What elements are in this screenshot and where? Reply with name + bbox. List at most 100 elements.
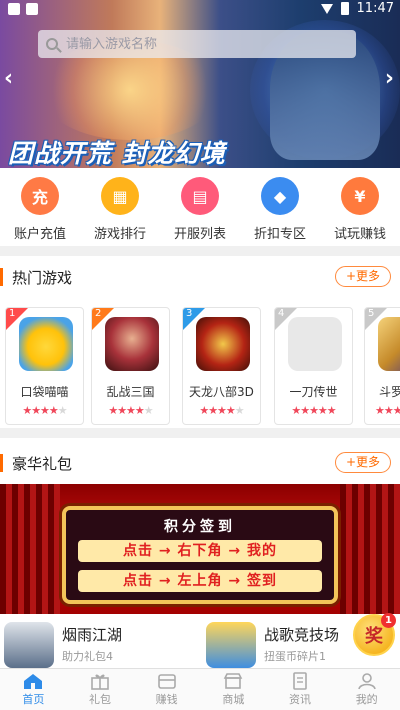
- quick-item-ranking[interactable]: ▦ 游戏排行: [80, 168, 160, 246]
- gift-icon: [91, 674, 109, 690]
- rank-number: 3: [186, 308, 193, 319]
- banner-caption: 团战开荒 封龙幻境: [8, 139, 226, 168]
- game-rating: ★★★★: [375, 404, 400, 417]
- recharge-icon: 充: [21, 177, 59, 215]
- sign-in-step-2: 点击 → 左上角 → 签到: [78, 570, 322, 592]
- game-icon-pikachu: [19, 317, 73, 371]
- tab-home[interactable]: 首页: [0, 669, 67, 710]
- gift-game-name: 烟雨江湖: [62, 626, 123, 644]
- server-list-icon: ▤: [181, 177, 219, 215]
- game-card[interactable]: 3 天龙八部3D ★★★★★: [182, 307, 261, 425]
- bottom-tab-bar: 首页 礼包 赚钱 商城 资讯 我的: [0, 668, 400, 710]
- rank-number: 1: [9, 308, 16, 319]
- game-icon-warrior: [105, 317, 159, 371]
- hot-games-title: 热门游戏: [12, 269, 73, 287]
- hot-games-more-button[interactable]: +更多: [335, 266, 391, 287]
- quick-item-label: 试玩赚钱: [333, 227, 386, 242]
- tab-label: 商城: [222, 693, 245, 706]
- section-accent-bar: [0, 454, 3, 472]
- gift-package-name: 助力礼包4: [62, 650, 113, 663]
- game-name: 斗罗: [379, 385, 400, 399]
- gift-section-header: 豪华礼包 +更多: [0, 445, 400, 481]
- search-bar[interactable]: [38, 30, 356, 58]
- game-rating: ★★★★★: [199, 404, 244, 417]
- gift-item[interactable]: 战歌竞技场 扭蛋币碎片1: [202, 614, 352, 668]
- curtain-right: [340, 484, 400, 614]
- quick-item-label: 折扣专区: [253, 227, 306, 242]
- quick-item-recharge[interactable]: 充 账户充值: [0, 168, 80, 246]
- game-card[interactable]: 2 乱战三国 ★★★★★: [91, 307, 170, 425]
- rank-number: 4: [278, 308, 285, 319]
- gift-section-title: 豪华礼包: [12, 455, 73, 473]
- tab-news[interactable]: 资讯: [267, 669, 334, 710]
- status-time: 11:47: [356, 1, 394, 16]
- tab-profile[interactable]: 我的: [333, 669, 400, 710]
- reward-float-button[interactable]: 奖 1: [353, 613, 396, 656]
- discount-tag-icon: ◆: [261, 177, 299, 215]
- sign-in-board: 积分签到 点击 → 右下角 → 我的 点击 → 左上角 → 签到: [62, 506, 338, 604]
- game-name: 一刀传世: [289, 385, 338, 399]
- quick-item-label: 游戏排行: [93, 227, 146, 242]
- quick-item-discount[interactable]: ◆ 折扣专区: [240, 168, 320, 246]
- game-name: 乱战三国: [106, 385, 155, 399]
- game-rating: ★★★★★: [108, 404, 153, 417]
- storage-icon: [26, 3, 38, 15]
- game-rating: ★★★★★: [291, 404, 336, 417]
- hot-games-list: 1 口袋喵喵 ★★★★★ 2 乱战三国 ★★★★★ 3 天龙八部3D ★★★★★…: [0, 307, 400, 427]
- promo-banner[interactable]: ‹ › 团战开荒 封龙幻境: [0, 0, 400, 168]
- search-input[interactable]: [66, 36, 326, 52]
- game-card[interactable]: 4 一刀传世 ★★★★★: [274, 307, 353, 425]
- gift-game-name: 战歌竞技场: [264, 626, 340, 644]
- quick-item-trial-earn[interactable]: ¥ 试玩赚钱: [320, 168, 400, 246]
- gift-list: 烟雨江湖 助力礼包4 战歌竞技场 扭蛋币碎片1: [0, 614, 400, 668]
- sign-in-step-1: 点击 → 右下角 → 我的: [78, 540, 322, 562]
- game-name: 天龙八部3D: [189, 385, 254, 399]
- profile-icon: [357, 673, 376, 690]
- gift-package-name: 扭蛋币碎片1: [264, 650, 326, 663]
- game-rating: ★★★★★: [22, 404, 67, 417]
- quick-item-server-list[interactable]: ▤ 开服列表: [160, 168, 240, 246]
- banner-next-arrow[interactable]: ›: [385, 66, 394, 91]
- tab-label: 赚钱: [155, 693, 178, 706]
- banner-prev-arrow[interactable]: ‹: [4, 66, 13, 91]
- news-icon: [293, 672, 307, 690]
- ranking-icon: ▦: [101, 177, 139, 215]
- gift-game-icon: [206, 622, 256, 668]
- section-accent-bar: [0, 268, 3, 286]
- hot-games-header: 热门游戏 +更多: [0, 259, 400, 295]
- gift-more-button[interactable]: +更多: [335, 452, 391, 473]
- reward-label: 奖: [365, 626, 383, 647]
- tab-label: 礼包: [89, 693, 111, 706]
- quick-menu: 充 账户充值 ▦ 游戏排行 ▤ 开服列表 ◆ 折扣专区 ¥ 试玩赚钱: [0, 168, 400, 246]
- battery-icon: [340, 2, 349, 15]
- game-icon-placeholder: [288, 317, 342, 371]
- sign-in-title: 积分签到: [164, 519, 236, 535]
- tab-earn[interactable]: 赚钱: [133, 669, 200, 710]
- notification-icon: [8, 3, 20, 15]
- wifi-icon: [320, 3, 333, 14]
- search-icon: [46, 38, 58, 50]
- tab-label: 资讯: [289, 693, 312, 706]
- game-icon-dragon-text: [196, 317, 250, 371]
- game-card[interactable]: 1 口袋喵喵 ★★★★★: [5, 307, 84, 425]
- reward-count-badge: 1: [381, 613, 396, 628]
- status-bar: 11:47: [0, 0, 400, 20]
- section-divider: [0, 246, 400, 256]
- trial-earn-icon: ¥: [341, 177, 379, 215]
- game-icon-douluo: [378, 317, 400, 371]
- tab-label: 我的: [355, 693, 378, 706]
- tab-label: 首页: [22, 693, 45, 706]
- quick-item-label: 账户充值: [13, 227, 66, 242]
- home-icon: [24, 674, 43, 689]
- tab-store[interactable]: 商城: [200, 669, 267, 710]
- tab-gift[interactable]: 礼包: [67, 669, 134, 710]
- section-divider: [0, 428, 400, 438]
- rank-number: 5: [368, 308, 375, 319]
- gift-game-icon: [4, 622, 54, 668]
- store-icon: [224, 673, 243, 689]
- game-name: 口袋喵喵: [20, 385, 69, 399]
- earn-icon: [157, 674, 176, 689]
- game-card[interactable]: 5 斗罗 ★★★★: [364, 307, 400, 425]
- sign-in-banner[interactable]: 积分签到 点击 → 右下角 → 我的 点击 → 左上角 → 签到: [0, 484, 400, 614]
- gift-item[interactable]: 烟雨江湖 助力礼包4: [0, 614, 200, 668]
